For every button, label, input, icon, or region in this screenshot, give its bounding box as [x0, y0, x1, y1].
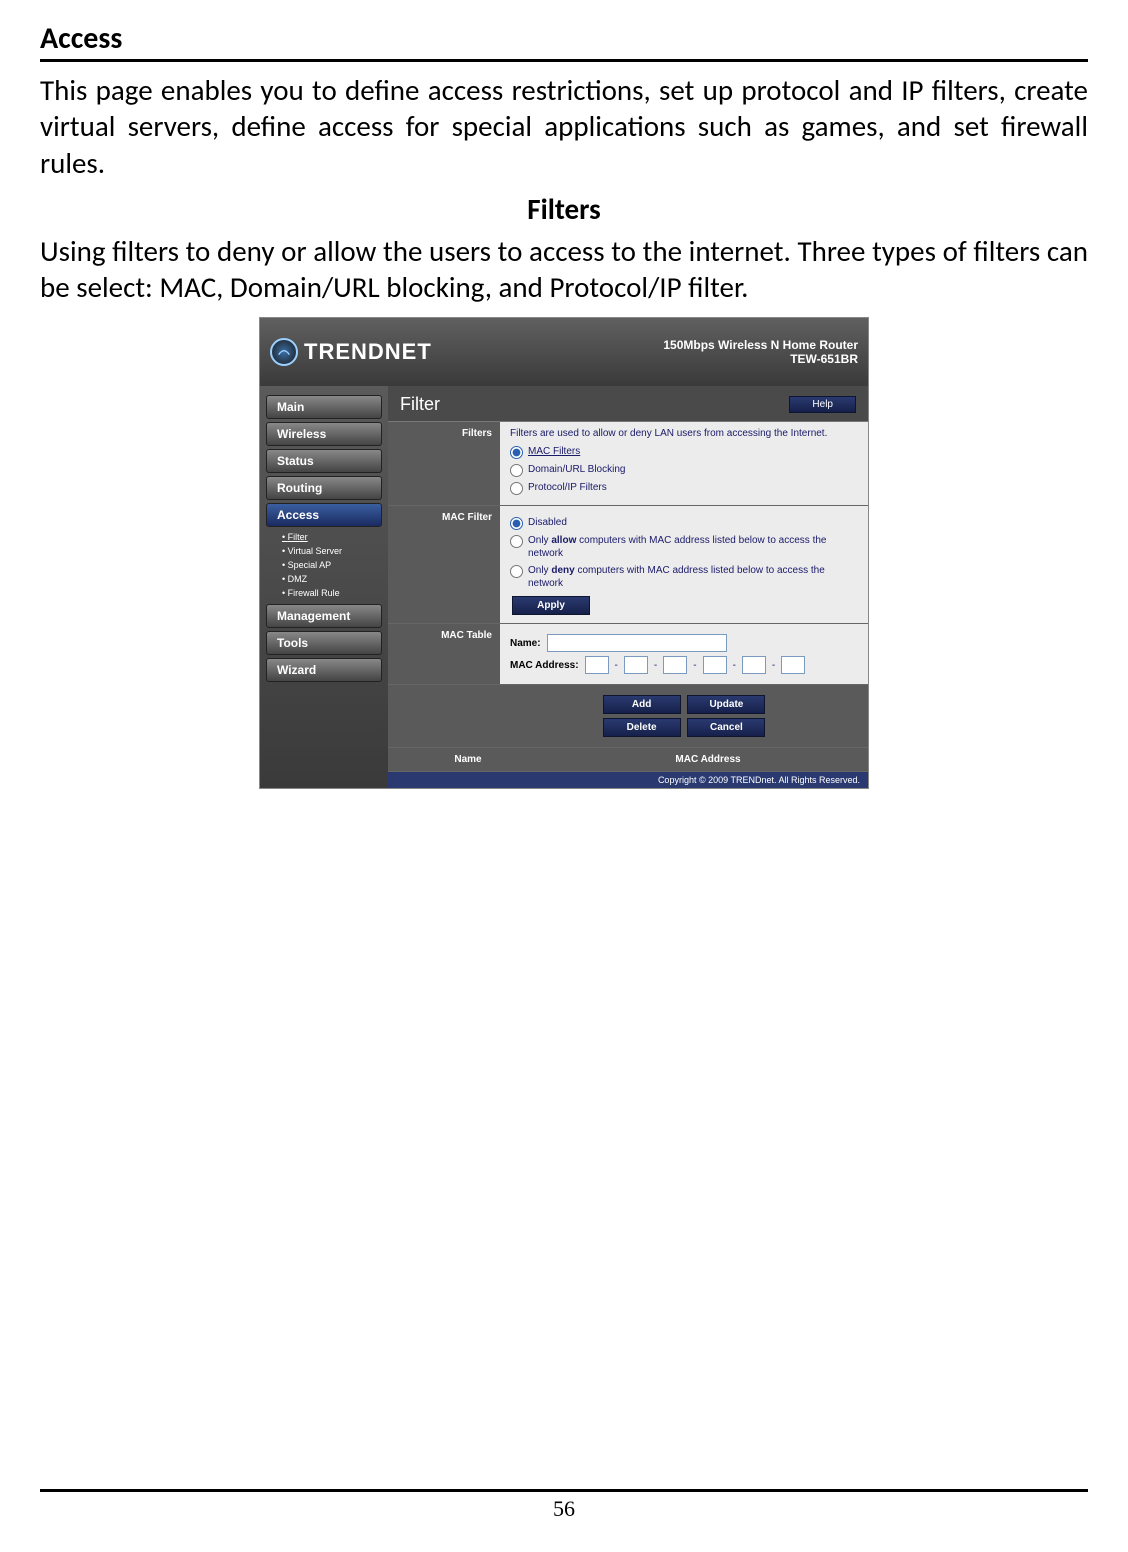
- nav-management[interactable]: Management: [266, 604, 382, 628]
- mf-disabled-radio[interactable]: [510, 517, 523, 530]
- subnav-special-ap[interactable]: Special AP: [274, 558, 388, 572]
- mf-allow-radio[interactable]: [510, 535, 523, 548]
- opt-mac-filters-radio[interactable]: [510, 446, 523, 459]
- model-block: 150Mbps Wireless N Home Router TEW-651BR: [663, 338, 858, 366]
- opt-domain-blocking-radio[interactable]: [510, 464, 523, 477]
- nav-status[interactable]: Status: [266, 449, 382, 473]
- opt-domain-blocking-label: Domain/URL Blocking: [528, 463, 625, 476]
- mac-sep: -: [693, 660, 696, 671]
- nav-routing[interactable]: Routing: [266, 476, 382, 500]
- page-number: 56: [40, 1489, 1088, 1522]
- subnav-filter[interactable]: Filter: [274, 530, 388, 544]
- mac-label: MAC Address:: [510, 660, 579, 671]
- mac-oct-3[interactable]: [663, 656, 687, 674]
- nav-tools[interactable]: Tools: [266, 631, 382, 655]
- mf-deny-radio[interactable]: [510, 565, 523, 578]
- th-mac: MAC Address: [548, 748, 868, 771]
- macfilter-row-label: MAC Filter: [388, 506, 500, 623]
- mac-oct-4[interactable]: [703, 656, 727, 674]
- name-input[interactable]: [547, 634, 727, 652]
- model-line2: TEW-651BR: [663, 352, 858, 366]
- mac-sep: -: [615, 660, 618, 671]
- nav-wizard[interactable]: Wizard: [266, 658, 382, 682]
- subnav-virtual-server[interactable]: Virtual Server: [274, 544, 388, 558]
- cancel-button[interactable]: Cancel: [687, 718, 765, 737]
- opt-protocol-ip-label: Protocol/IP Filters: [528, 481, 607, 494]
- sub-intro: Using filters to deny or allow the users…: [40, 233, 1088, 306]
- opt-protocol-ip[interactable]: Protocol/IP Filters: [510, 481, 858, 495]
- opt-domain-blocking[interactable]: Domain/URL Blocking: [510, 463, 858, 477]
- opt-mac-filters-label: MAC Filters: [528, 445, 580, 458]
- help-button[interactable]: Help: [789, 396, 856, 413]
- filters-desc: Filters are used to allow or deny LAN us…: [510, 428, 858, 439]
- mac-sep: -: [733, 660, 736, 671]
- subnav-dmz[interactable]: DMZ: [274, 572, 388, 586]
- brand-block: TRENDNET: [270, 338, 432, 366]
- subnav-firewall-rule[interactable]: Firewall Rule: [274, 586, 388, 600]
- mac-oct-1[interactable]: [585, 656, 609, 674]
- section-heading: Access: [40, 20, 1088, 62]
- mf-disabled[interactable]: Disabled: [510, 516, 858, 530]
- content-area: Filter Help Filters Filters are used to …: [388, 386, 868, 788]
- nav-main[interactable]: Main: [266, 395, 382, 419]
- mf-allow[interactable]: Only allow computers with MAC address li…: [510, 534, 858, 560]
- brand-text: TRENDNET: [304, 339, 432, 365]
- nav-access[interactable]: Access: [266, 503, 382, 527]
- mactable-row-label: MAC Table: [388, 624, 500, 684]
- mac-sep: -: [772, 660, 775, 671]
- mac-oct-6[interactable]: [781, 656, 805, 674]
- subnav: Filter Virtual Server Special AP DMZ Fir…: [274, 530, 388, 600]
- mac-table-header: Name MAC Address: [388, 748, 868, 772]
- mac-sep: -: [654, 660, 657, 671]
- delete-button[interactable]: Delete: [603, 718, 681, 737]
- th-name: Name: [388, 748, 548, 771]
- router-footer: Copyright © 2009 TRENDnet. All Rights Re…: [388, 772, 868, 788]
- add-button[interactable]: Add: [603, 695, 681, 714]
- apply-button[interactable]: Apply: [512, 596, 590, 615]
- brand-logo-icon: [270, 338, 298, 366]
- mf-deny-label: Only deny computers with MAC address lis…: [528, 564, 858, 590]
- mf-deny[interactable]: Only deny computers with MAC address lis…: [510, 564, 858, 590]
- opt-protocol-ip-radio[interactable]: [510, 482, 523, 495]
- mf-allow-label: Only allow computers with MAC address li…: [528, 534, 858, 560]
- mf-disabled-label: Disabled: [528, 516, 567, 529]
- name-label: Name:: [510, 638, 541, 649]
- filters-row-label: Filters: [388, 422, 500, 505]
- page-title: Filter: [400, 394, 440, 415]
- sub-heading: Filters: [40, 191, 1088, 227]
- nav-wireless[interactable]: Wireless: [266, 422, 382, 446]
- mac-oct-5[interactable]: [742, 656, 766, 674]
- update-button[interactable]: Update: [687, 695, 765, 714]
- sidebar: Main Wireless Status Routing Access Filt…: [260, 386, 388, 788]
- opt-mac-filters[interactable]: MAC Filters: [510, 445, 858, 459]
- button-row-spacer: [388, 685, 500, 747]
- mac-oct-2[interactable]: [624, 656, 648, 674]
- router-header: TRENDNET 150Mbps Wireless N Home Router …: [260, 318, 868, 386]
- section-intro: This page enables you to define access r…: [40, 72, 1088, 181]
- router-screenshot: TRENDNET 150Mbps Wireless N Home Router …: [259, 317, 869, 789]
- model-line1: 150Mbps Wireless N Home Router: [663, 338, 858, 352]
